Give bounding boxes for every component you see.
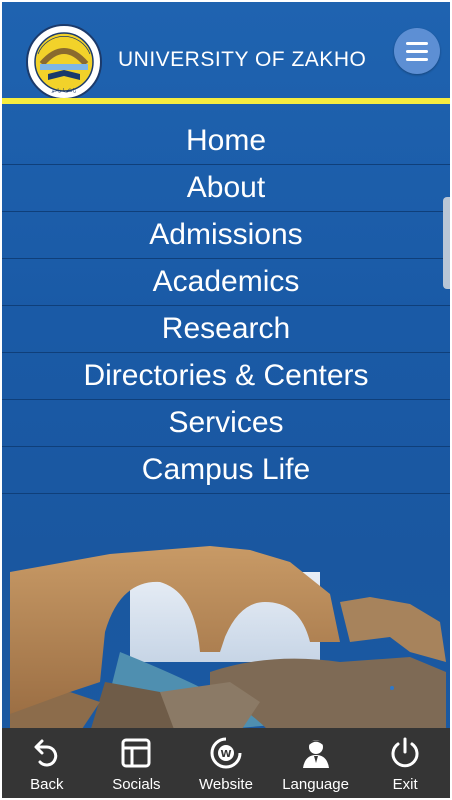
bridge-hero-image [10,546,446,732]
nav-item-services[interactable]: Services [2,400,450,447]
nav-item-academics[interactable]: Academics [2,259,450,306]
header-divider [2,98,450,104]
nav-item-home[interactable]: Home [2,118,450,165]
socials-label: Socials [112,776,161,793]
power-icon [391,737,419,768]
main-navigation: Home About Admissions Academics Research… [2,118,450,494]
app-title: UNIVERSITY OF ZAKHO [118,48,367,71]
exit-label: Exit [392,776,418,793]
nav-item-research[interactable]: Research [2,306,450,353]
app-header: زانكويا زاخو UNIVERSITY OF ZAKHO [2,2,450,100]
language-label: Language [282,776,349,793]
svg-text:W: W [220,749,231,760]
back-label: Back [30,776,64,793]
person-icon [302,740,329,768]
svg-text:زانكويا زاخو: زانكويا زاخو [51,88,77,94]
back-button[interactable]: Back [2,728,92,798]
side-drawer-handle[interactable] [443,197,450,289]
nav-item-about[interactable]: About [2,165,450,212]
app-screen: زانكويا زاخو UNIVERSITY OF ZAKHO Home Ab… [2,2,450,798]
nav-item-admissions[interactable]: Admissions [2,212,450,259]
hamburger-menu-button[interactable] [394,28,440,74]
layout-icon [121,738,151,768]
hamburger-menu-icon [406,39,428,63]
socials-button[interactable]: Socials [92,728,182,798]
language-button[interactable]: Language [271,728,361,798]
exit-button[interactable]: Exit [360,728,450,798]
nav-item-directories-centers[interactable]: Directories & Centers [2,353,450,400]
nav-item-campus-life[interactable]: Campus Life [2,447,450,494]
university-logo: زانكويا زاخو [26,24,102,100]
back-arrow-icon [34,739,57,767]
web-icon: W [210,737,242,769]
website-label: Website [199,776,253,793]
bottom-toolbar: Back Socials W Website Language Exit [2,728,450,798]
website-button[interactable]: W Website [181,728,271,798]
